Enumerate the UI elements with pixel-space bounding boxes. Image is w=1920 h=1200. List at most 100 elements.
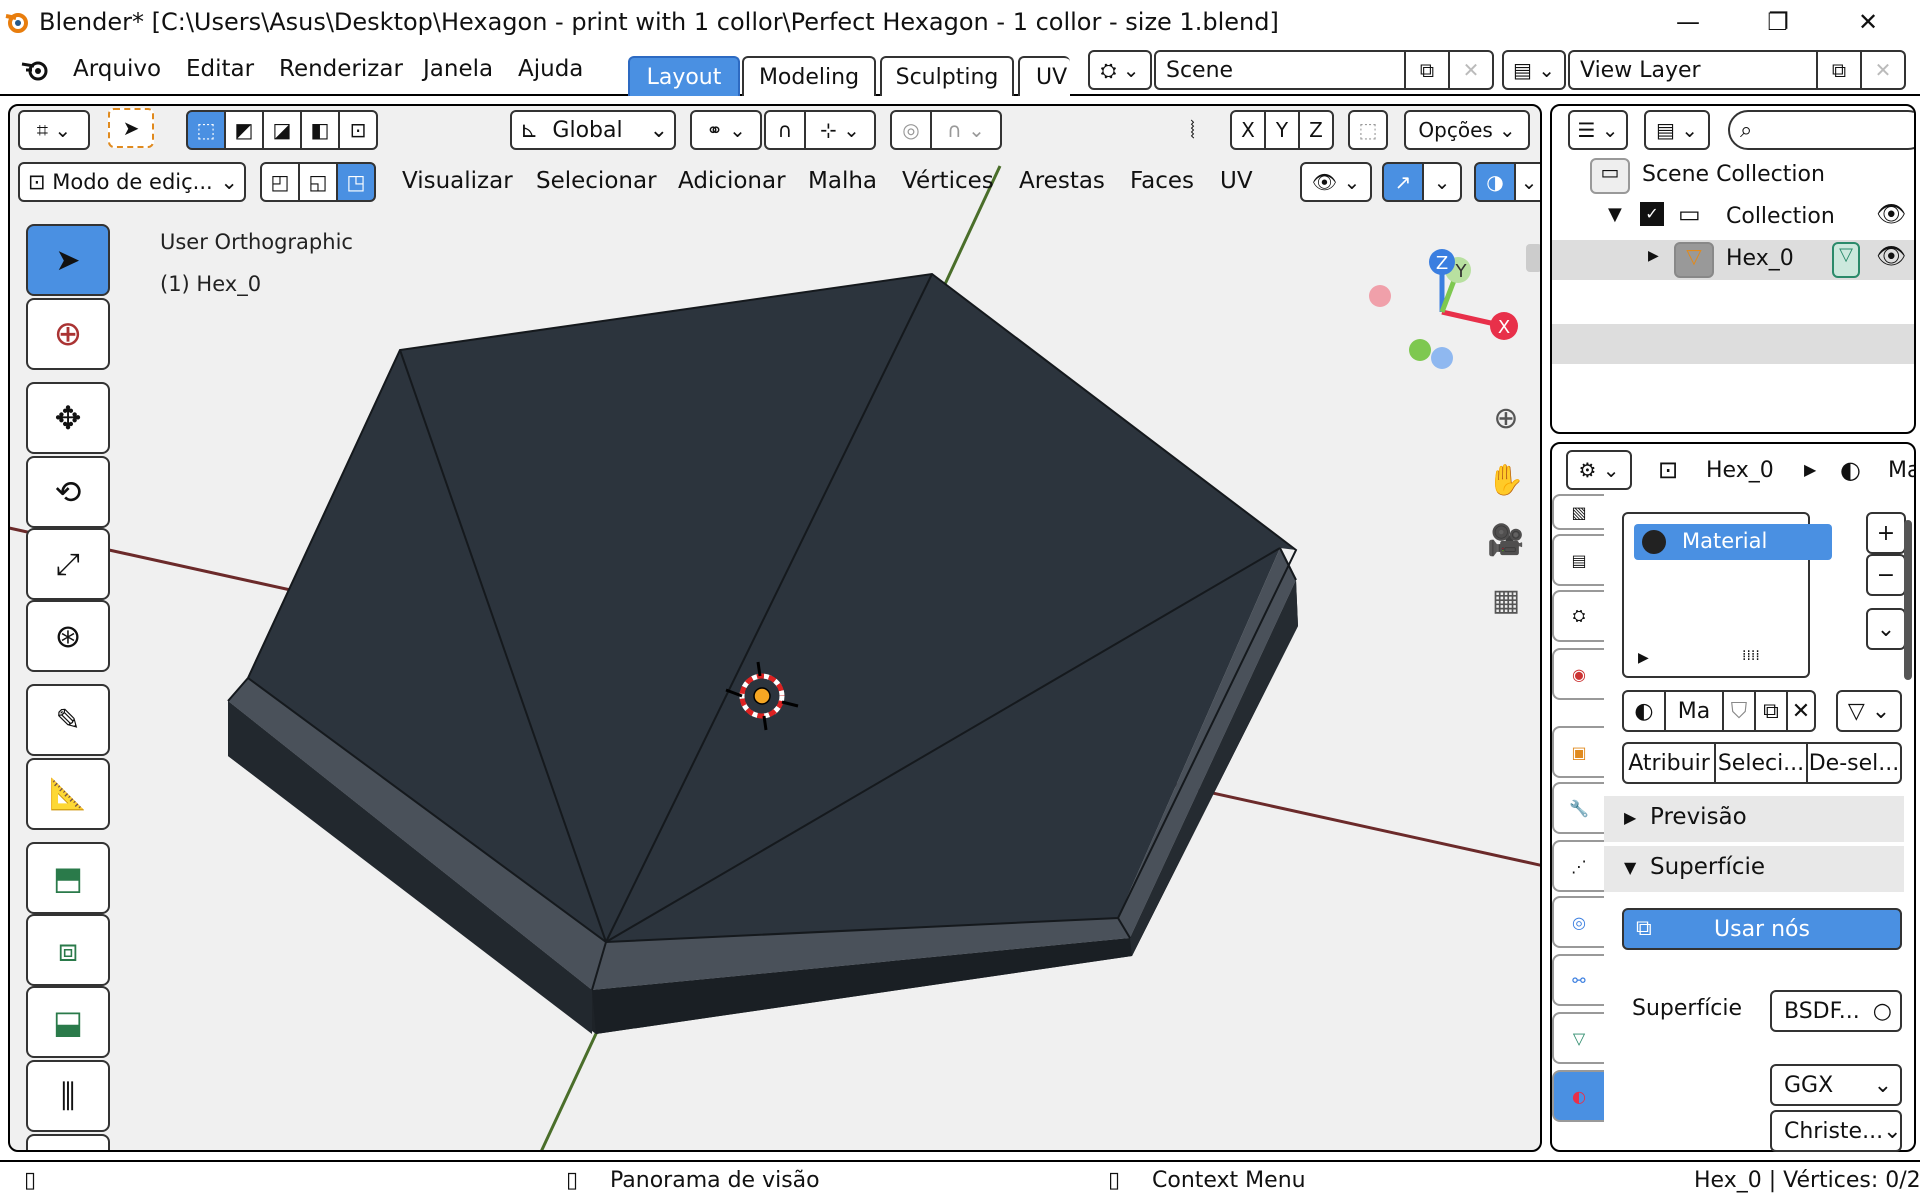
properties-scrollbar[interactable] — [1904, 520, 1912, 680]
select-extend-button[interactable]: ◩ — [224, 110, 264, 150]
new-material-button[interactable]: ⧉ — [1754, 690, 1788, 732]
view-layer-browse-button[interactable]: ▤ ⌄ — [1502, 50, 1566, 90]
pivot-point-dropdown[interactable]: ⚭ ⌄ — [690, 110, 762, 150]
view-layer-new-button[interactable]: ⧉ — [1816, 50, 1862, 90]
interaction-mode-dropdown[interactable]: ⊡ Modo de ediç... ⌄ — [18, 162, 246, 202]
header-menu-arestas[interactable]: Arestas — [1019, 168, 1105, 194]
select-invert-button[interactable]: ◧ — [300, 110, 340, 150]
view-layer-field[interactable]: View Layer — [1568, 50, 1818, 90]
scene-browse-button[interactable]: ⛭ ⌄ — [1088, 50, 1152, 90]
tree-row-collection[interactable]: ▼ ✓ ▭ Collection 👁 — [1552, 198, 1914, 238]
tool-cursor[interactable]: ⊕ — [26, 298, 110, 370]
tab-world-properties[interactable]: ◉ — [1552, 648, 1604, 700]
distribution-dropdown[interactable]: GGX ⌄ — [1770, 1064, 1902, 1106]
menu-ajuda[interactable]: Ajuda — [518, 56, 583, 82]
header-menu-uv[interactable]: UV — [1220, 168, 1253, 194]
tool-inset[interactable]: ⧈ — [26, 914, 110, 986]
tab-particle-properties[interactable]: ⋰ — [1552, 840, 1604, 892]
tool-select-box[interactable]: ➤ — [26, 224, 110, 296]
tool-scale[interactable]: ⤢ — [26, 528, 110, 600]
maximize-button[interactable]: ❐ — [1733, 0, 1823, 44]
tool-bevel[interactable]: ⬓ — [26, 986, 110, 1058]
edge-select-mode[interactable]: ◱ — [298, 162, 338, 202]
tab-data-properties[interactable]: ▽ — [1552, 1012, 1604, 1064]
display-mode-dropdown[interactable]: ▤ ⌄ — [1644, 110, 1710, 150]
scene-name-field[interactable]: Scene — [1154, 50, 1406, 90]
assign-button[interactable]: Atribuir — [1622, 742, 1716, 784]
use-nodes-button[interactable]: ⧉ Usar nós — [1622, 908, 1902, 950]
collection-checkbox[interactable]: ✓ — [1640, 202, 1664, 226]
eye-icon[interactable]: 👁 — [1876, 242, 1906, 270]
outliner-editor-type[interactable]: ☰ ⌄ — [1568, 110, 1628, 150]
menu-renderizar[interactable]: Renderizar — [279, 56, 403, 82]
tab-render-properties[interactable]: ▧ — [1552, 494, 1604, 530]
snap-toggle[interactable]: ∩ — [764, 110, 806, 150]
tool-loop-cut[interactable]: ⫼ — [26, 1060, 110, 1132]
header-menu-selecionar[interactable]: Selecionar — [536, 168, 657, 194]
tab-sculpting[interactable]: Sculpting — [880, 56, 1014, 96]
scene-new-button[interactable]: ⧉ — [1404, 50, 1450, 90]
zoom-icon[interactable]: ⊕ — [1484, 396, 1528, 440]
select-intersect-button[interactable]: ⊡ — [338, 110, 378, 150]
header-menu-vertices[interactable]: Vértices — [902, 168, 994, 194]
tool-move[interactable]: ✥ — [26, 382, 110, 454]
tab-object-properties[interactable]: ▣ — [1552, 726, 1604, 778]
overlay-toggle[interactable]: ◑ — [1474, 162, 1516, 202]
options-dropdown[interactable]: Opções ⌄ — [1404, 110, 1530, 150]
material-browse-button[interactable]: ◐ — [1622, 690, 1666, 732]
select-button[interactable]: Seleci... — [1714, 742, 1808, 784]
scene-delete-button[interactable]: ✕ — [1448, 50, 1494, 90]
tool-annotate[interactable]: ✎ — [26, 684, 110, 756]
pan-hand-icon[interactable]: ✋ — [1484, 458, 1528, 502]
grid-icon[interactable]: ▦ — [1484, 578, 1528, 622]
minimize-button[interactable]: — — [1643, 0, 1733, 44]
slot-specials-button[interactable]: ⌄ — [1866, 608, 1906, 650]
close-window-button[interactable]: ✕ — [1823, 0, 1913, 44]
select-mode-tweak-button[interactable]: ➤ — [108, 108, 154, 148]
link-type-dropdown[interactable]: ▽ ⌄ — [1836, 690, 1902, 732]
face-select-mode[interactable]: ◳ — [336, 162, 376, 202]
add-slot-button[interactable]: + — [1866, 512, 1906, 554]
tool-extrude[interactable]: ⬒ — [26, 842, 110, 914]
overlay-dropdown[interactable]: ⌄ — [1514, 162, 1540, 202]
3d-viewport[interactable]: Z Y X User Orthographic (1) Hex_0 ⌗ ⌄ ➤ … — [8, 104, 1542, 1152]
eye-icon[interactable]: 👁 — [1876, 200, 1906, 228]
proportional-edit-toggle[interactable]: ◎ — [890, 110, 932, 150]
expand-arrow-icon[interactable]: ▶ — [1638, 650, 1649, 666]
material-name-field[interactable]: Ma — [1664, 690, 1724, 732]
transform-orientation-dropdown[interactable]: ⊾ Global ⌄ — [510, 110, 676, 150]
topology-mirror-toggle[interactable]: ⬚ — [1348, 110, 1388, 150]
unlink-material-button[interactable]: ✕ — [1786, 690, 1816, 732]
header-menu-faces[interactable]: Faces — [1130, 168, 1194, 194]
tab-scene-properties[interactable]: ⛭ — [1552, 590, 1604, 642]
resize-grip-icon[interactable]: ⁞⁞⁞⁞ — [1742, 648, 1760, 664]
tool-rotate[interactable]: ⟲ — [26, 456, 110, 528]
subsurface-method-dropdown[interactable]: Christe... ⌄ — [1770, 1110, 1902, 1152]
surface-panel-header[interactable]: ▼ Superfície — [1604, 846, 1904, 892]
tab-modifier-properties[interactable]: 🔧 — [1552, 782, 1604, 834]
tree-row-hex-object[interactable]: ▶ ▽ Hex_0 ▽ 👁 — [1552, 240, 1914, 280]
tab-physics-properties[interactable]: ◎ — [1552, 896, 1604, 948]
editor-type-button[interactable]: ⌗ ⌄ — [18, 110, 90, 150]
material-slot-item[interactable]: Material — [1634, 524, 1832, 560]
mirror-x-toggle[interactable]: X — [1230, 110, 1266, 150]
fake-user-button[interactable]: ⛉ — [1722, 690, 1756, 732]
expand-arrow-icon[interactable]: ▼ — [1608, 204, 1622, 225]
outliner-search-input[interactable]: ⌕ — [1728, 110, 1914, 150]
tab-material-properties[interactable]: ◐ — [1552, 1070, 1604, 1122]
menu-editar[interactable]: Editar — [186, 56, 254, 82]
remove-slot-button[interactable]: − — [1866, 554, 1906, 596]
preview-panel-header[interactable]: ▶ Previsão — [1604, 796, 1904, 842]
tree-row-scene-collection[interactable]: ▭ Scene Collection — [1552, 156, 1914, 196]
tab-output-properties[interactable]: ▤ — [1552, 534, 1604, 586]
deselect-button[interactable]: De-sel... — [1806, 742, 1902, 784]
expand-arrow-icon[interactable]: ▶ — [1648, 248, 1659, 264]
properties-editor-type[interactable]: ⚙ ⌄ — [1566, 450, 1632, 490]
gizmo-toggle[interactable]: ↗ — [1382, 162, 1424, 202]
tab-constraint-properties[interactable]: ⚯ — [1552, 954, 1604, 1006]
viewport-canvas[interactable]: Z Y X — [10, 106, 1542, 1152]
vertex-select-mode[interactable]: ◰ — [260, 162, 300, 202]
mesh-data-icon[interactable]: ▽ — [1832, 242, 1860, 278]
tab-modeling[interactable]: Modeling — [742, 56, 876, 96]
view-layer-delete-button[interactable]: ✕ — [1860, 50, 1906, 90]
